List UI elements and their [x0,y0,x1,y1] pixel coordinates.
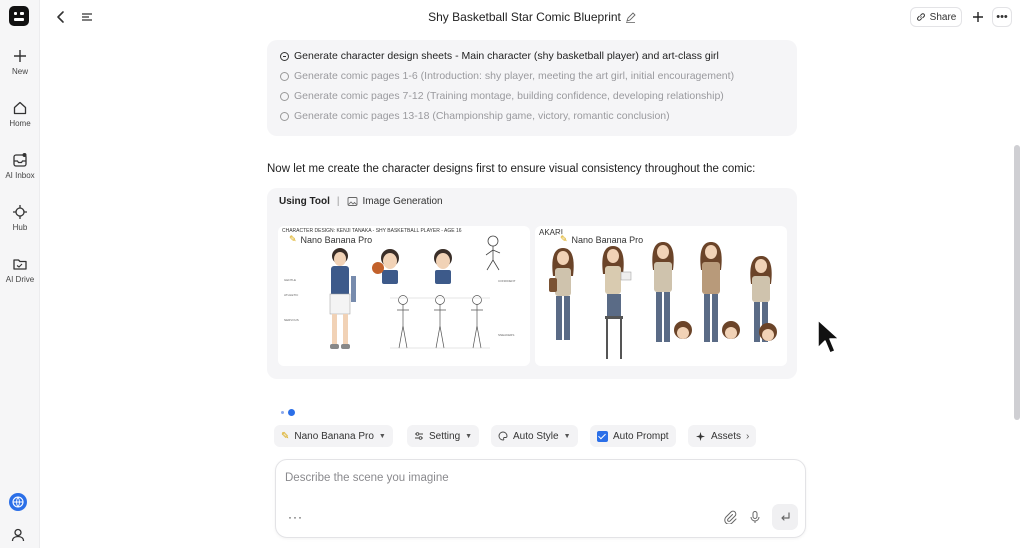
model-select-label: Nano Banana Pro [294,430,374,442]
sidebar-item-hub[interactable]: Hub [0,204,40,232]
prompt-composer: ··· [275,459,806,538]
chevron-down-icon: ▼ [465,432,473,440]
sidebar-item-label: AI Drive [5,275,35,284]
pending-circle-icon [280,71,289,81]
link-icon [916,13,925,21]
banana-icon: ✎ [281,430,290,442]
share-button[interactable]: Share [910,7,962,27]
tool-separator: | [336,196,340,207]
auto-prompt-toggle[interactable]: Auto Prompt [590,425,676,447]
tool-usage-card: Using Tool | Image Generation CHARACTER … [267,188,797,379]
character-sheet-illustration [549,242,777,359]
prompt-input[interactable] [285,469,785,487]
sidebar: New Home AI Inbox Hub AI Drive [0,0,40,548]
plan-item-text: Generate character design sheets - Main … [294,50,719,62]
page-title[interactable]: Shy Basketball Star Comic Blueprint [428,10,621,24]
paperclip-icon[interactable] [723,510,737,524]
enter-arrow-icon [781,512,790,521]
folder-icon [13,259,27,270]
more-options-button[interactable]: ••• [992,7,1012,27]
more-dots-icon: ••• [996,11,1008,23]
sparkle-icon [696,431,705,441]
mouse-cursor-icon [817,319,840,354]
svg-text:SNEAKERS: SNEAKERS [498,333,514,337]
sidebar-item-label: Home [9,119,31,128]
plus-icon [973,12,983,22]
new-tab-button[interactable] [968,7,988,27]
assets-button[interactable]: Assets › [688,425,757,447]
plan-item-text: Generate comic pages 7-12 (Training mont… [294,90,724,102]
setting-select-label: Setting [429,430,461,442]
plus-icon [14,50,26,62]
svg-text:ATHLETIC: ATHLETIC [284,293,299,297]
chevron-down-icon: ▼ [378,432,386,440]
setting-select[interactable]: Setting ▼ [407,425,480,447]
top-bar: Shy Basketball Star Comic Blueprint Shar… [40,0,1024,34]
edit-pencil-icon[interactable] [625,11,636,23]
auto-prompt-checkbox[interactable] [597,430,608,442]
home-icon [13,101,27,115]
loading-indicator-dot [281,411,284,414]
image-icon [347,197,357,206]
character-sheet-illustration: GENTLE ATHLETIC NERVOUS CONFIDENT SNEAKERS [284,235,516,349]
generated-image[interactable]: AKARI ✎ Nano Banana Pro [535,226,787,366]
language-globe-icon[interactable] [9,493,27,511]
using-tool-label: Using Tool [279,196,330,207]
model-badge: ✎ Nano Banana Pro [286,234,376,245]
loading-indicator-dot [288,409,295,416]
page-title-bar: Shy Basketball Star Comic Blueprint [40,10,1024,24]
sidebar-item-new[interactable]: New [0,48,40,76]
task-plan-card: Generate character design sheets - Main … [267,40,797,136]
sidebar-item-ai-inbox[interactable]: AI Inbox [0,152,40,180]
microphone-icon[interactable] [748,510,762,524]
sidebar-item-ai-drive[interactable]: AI Drive [0,256,40,284]
model-badge: ✎ Nano Banana Pro [557,234,647,245]
send-button[interactable] [772,504,798,530]
plan-item-text: Generate comic pages 13-18 (Championship… [294,110,670,122]
sidebar-item-label: Hub [12,223,28,232]
sidebar-item-label: New [11,67,28,76]
plan-item: Generate character design sheets - Main … [280,50,719,62]
plan-item-text: Generate comic pages 1-6 (Introduction: … [294,70,735,82]
plan-item: Generate comic pages 7-12 (Training mont… [280,90,724,102]
more-options-icon[interactable]: ··· [288,510,303,524]
tool-header: Using Tool | Image Generation [279,196,443,207]
inbox-icon [13,153,27,167]
share-label: Share [929,11,957,23]
user-icon[interactable] [10,527,26,543]
svg-text:NERVOUS: NERVOUS [284,318,299,322]
pending-circle-icon [280,111,289,121]
generated-image[interactable]: CHARACTER DESIGN: KENJI TANAKA - SHY BAS… [278,226,530,366]
sidebar-item-home[interactable]: Home [0,100,40,128]
style-select-label: Auto Style [513,430,559,442]
plan-item: Generate comic pages 1-6 (Introduction: … [280,70,734,82]
pending-circle-icon [280,91,289,101]
svg-text:CONFIDENT: CONFIDENT [498,279,516,283]
app-logo[interactable] [9,6,29,26]
model-select[interactable]: ✎ Nano Banana Pro ▼ [274,425,393,447]
assets-label: Assets [711,430,742,442]
sliders-icon [415,432,423,440]
scrollbar[interactable] [1014,145,1020,420]
assistant-message: Now let me create the character designs … [267,163,756,175]
tool-name: Image Generation [362,196,443,207]
svg-text:GENTLE: GENTLE [284,278,296,282]
chevron-right-icon: › [746,430,750,442]
palette-icon [498,431,508,441]
style-select[interactable]: Auto Style ▼ [491,425,578,447]
plan-item: Generate comic pages 13-18 (Championship… [280,110,670,122]
app-window: New Home AI Inbox Hub AI Drive Shy Baske [0,0,1024,548]
chevron-down-icon: ▼ [563,432,571,440]
sidebar-item-label: AI Inbox [5,171,35,180]
hub-icon [13,205,27,219]
banana-icon: ✎ [560,234,568,244]
in-progress-icon [280,51,289,61]
auto-prompt-label: Auto Prompt [613,430,669,442]
banana-icon: ✎ [289,234,297,244]
